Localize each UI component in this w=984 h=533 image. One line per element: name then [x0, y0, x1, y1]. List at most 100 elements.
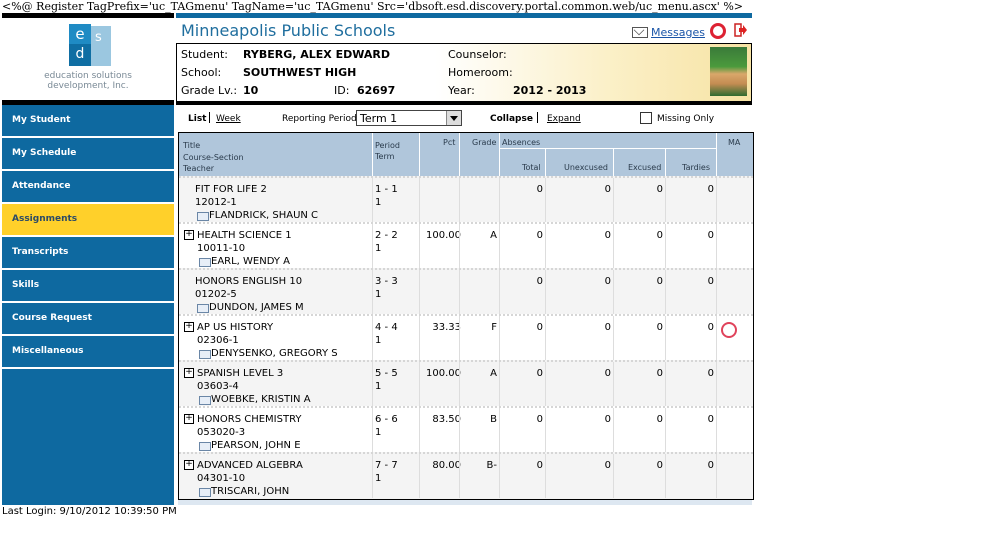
course-title: HONORS ENGLISH 10: [195, 276, 303, 287]
sidebar-item-transcripts[interactable]: Transcripts: [2, 237, 174, 270]
grade: B-: [486, 460, 497, 471]
email-teacher-icon[interactable]: [199, 488, 211, 497]
missing-assignment-alert-icon[interactable]: [721, 322, 737, 338]
teacher-name: FLANDRICK, SHAUN C: [209, 210, 319, 221]
view-divider: [209, 112, 210, 123]
envelope-icon[interactable]: [632, 27, 648, 38]
term: 1: [375, 289, 382, 300]
header-tardies: Tardies: [682, 163, 711, 172]
sidebar-item-attendance[interactable]: Attendance: [2, 171, 174, 204]
absences-total: 0: [536, 368, 543, 379]
teacher-name: DENYSENKO, GREGORY S: [211, 348, 338, 359]
course-section: 03603-4: [197, 381, 239, 392]
pct: 83.50: [432, 414, 461, 425]
student-name: RYBERG, ALEX EDWARD: [243, 48, 390, 61]
esd-logo: s e d education solutions development, I…: [2, 18, 174, 100]
course-section: 04301-10: [197, 473, 246, 484]
email-teacher-icon[interactable]: [199, 258, 211, 267]
term: 1: [375, 381, 382, 392]
absences-unexcused: 0: [604, 460, 611, 471]
grade: B: [490, 414, 497, 425]
absences-unexcused: 0: [604, 276, 611, 287]
id-value: 62697: [357, 84, 396, 97]
period: 2 - 2: [375, 230, 398, 241]
list-view-button[interactable]: List: [188, 114, 206, 124]
sidebar-item-miscellaneous[interactable]: Miscellaneous: [2, 336, 174, 369]
email-teacher-icon[interactable]: [199, 396, 211, 405]
absences-total: 0: [536, 322, 543, 333]
school-label: School:: [181, 66, 222, 79]
expand-row-icon[interactable]: +: [184, 322, 194, 332]
pct: 100.00: [426, 230, 461, 241]
period: 3 - 3: [375, 276, 398, 287]
grade: A: [490, 230, 497, 241]
absences-excused: 0: [656, 276, 663, 287]
assignments-table: Title Course-Section Teacher Period Term…: [178, 132, 754, 500]
expand-link[interactable]: Expand: [547, 114, 581, 124]
expand-row-icon[interactable]: +: [184, 414, 194, 424]
sidebar-item-my-schedule[interactable]: My Schedule: [2, 138, 174, 171]
logo-text-line2: development, Inc.: [47, 81, 129, 91]
reporting-period-value: Term 1: [360, 112, 398, 125]
table-row[interactable]: FIT FOR LIFE 2 12012-1 FLANDRICK, SHAUN C 1…: [179, 176, 753, 222]
absences-total: 0: [536, 230, 543, 241]
collapse-button[interactable]: Collapse: [490, 114, 533, 124]
chevron-down-icon[interactable]: [446, 111, 461, 125]
term: 1: [375, 335, 382, 346]
course-section: 053020-3: [197, 427, 246, 438]
expand-row-icon[interactable]: +: [184, 460, 194, 470]
email-teacher-icon[interactable]: [199, 350, 211, 359]
esd-logo-mark: s e d: [69, 24, 111, 66]
missing-only-checkbox[interactable]: [640, 112, 652, 124]
period: 6 - 6: [375, 414, 398, 425]
term: 1: [375, 427, 382, 438]
student-info-panel: Student: RYBERG, ALEX EDWARD School: SOU…: [176, 43, 752, 102]
logout-icon[interactable]: [734, 23, 748, 37]
logo-letter-d: d: [69, 44, 91, 66]
absences-excused: 0: [656, 368, 663, 379]
help-lifebuoy-icon[interactable]: [710, 23, 726, 39]
table-row[interactable]: + AP US HISTORY 02306-1 DENYSENKO, GREGORY …: [179, 314, 753, 360]
header-ma: MA: [728, 138, 741, 147]
logo-letter-e: e: [69, 24, 91, 46]
sidebar-item-assignments[interactable]: Assignments: [2, 204, 174, 237]
header-teacher: Teacher: [183, 164, 215, 173]
logo-text-line1: education solutions: [44, 71, 132, 81]
table-row[interactable]: + SPANISH LEVEL 3 03603-4 WOEBKE, KRISTIN A…: [179, 360, 753, 406]
expand-row-icon[interactable]: +: [184, 368, 194, 378]
course-title: SPANISH LEVEL 3: [197, 368, 284, 379]
absences-excused: 0: [656, 230, 663, 241]
year-value: 2012 - 2013: [513, 84, 587, 97]
last-login-text: Last Login: 9/10/2012 10:39:50 PM: [2, 506, 177, 517]
absences-unexcused: 0: [604, 230, 611, 241]
tardies: 0: [707, 322, 714, 333]
sidebar-item-course-request[interactable]: Course Request: [2, 303, 174, 336]
reporting-period-label: Reporting Period:: [282, 114, 360, 124]
email-teacher-icon[interactable]: [197, 212, 209, 221]
expand-row-icon[interactable]: +: [184, 230, 194, 240]
table-row[interactable]: + ADVANCED ALGEBRA 04301-10 TRISCARI, JOHN 7…: [179, 452, 753, 498]
reporting-period-select[interactable]: Term 1: [356, 110, 462, 126]
course-title: HEALTH SCIENCE 1: [197, 230, 292, 241]
course-section: 02306-1: [197, 335, 239, 346]
sidebar-item-skills[interactable]: Skills: [2, 270, 174, 303]
term: 1: [375, 243, 382, 254]
table-row[interactable]: + HEALTH SCIENCE 1 10011-10 EARL, WENDY A 2 …: [179, 222, 753, 268]
homeroom-label: Homeroom:: [448, 66, 513, 79]
table-row[interactable]: HONORS ENGLISH 10 01202-5 DUNDON, JAMES M 3…: [179, 268, 753, 314]
email-teacher-icon[interactable]: [199, 442, 211, 451]
messages-link[interactable]: Messages: [651, 26, 705, 39]
course-title: AP US HISTORY: [197, 322, 274, 333]
sidebar-menu: My Student My Schedule Attendance Assignmen…: [2, 105, 174, 500]
table-row[interactable]: + HONORS CHEMISTRY 053020-3 PEARSON, JOHN E…: [179, 406, 753, 452]
header-unexcused: Unexcused: [564, 163, 608, 172]
email-teacher-icon[interactable]: [197, 304, 209, 313]
tardies: 0: [707, 276, 714, 287]
course-section: 10011-10: [197, 243, 246, 254]
header-grade: Grade: [472, 138, 497, 147]
sidebar-item-my-student[interactable]: My Student: [2, 105, 174, 138]
absences-excused: 0: [656, 184, 663, 195]
week-view-link[interactable]: Week: [216, 114, 241, 124]
period: 1 - 1: [375, 184, 398, 195]
grade: A: [490, 368, 497, 379]
